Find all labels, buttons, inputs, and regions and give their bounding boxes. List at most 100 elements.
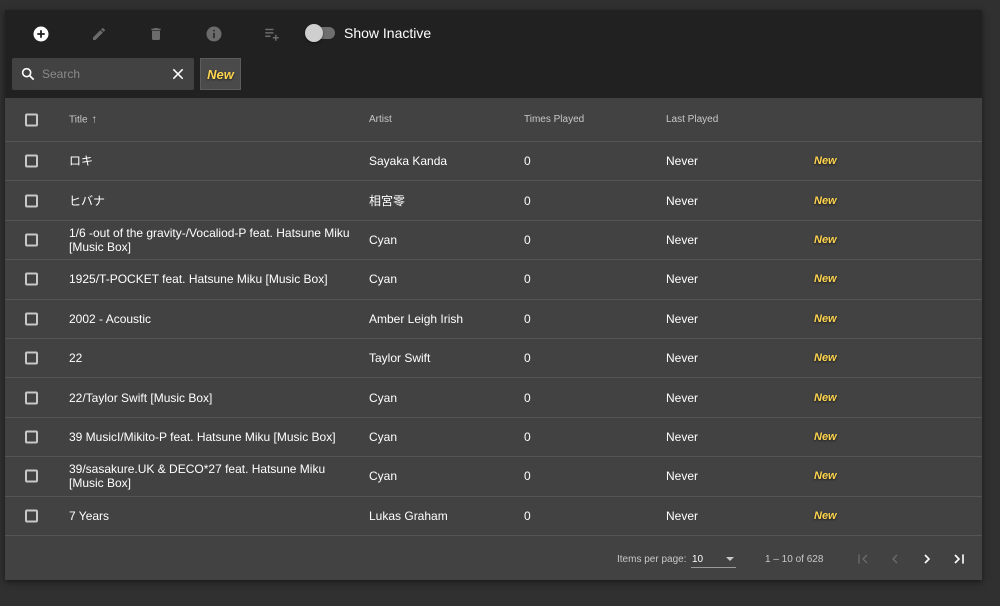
clear-search-icon[interactable]: [171, 67, 185, 81]
song-last-played: Never: [666, 351, 698, 365]
row-checkbox[interactable]: [25, 352, 38, 365]
song-last-played: Never: [666, 233, 698, 247]
song-artist: Cyan: [369, 272, 397, 286]
row-checkbox[interactable]: [25, 194, 38, 207]
table-header-row: Title ↑ Artist Times Played Last Played: [5, 98, 982, 142]
song-artist: 相宮零: [369, 194, 405, 208]
row-checkbox[interactable]: [25, 430, 38, 443]
first-page-icon[interactable]: [853, 549, 873, 569]
table-row[interactable]: ヒバナ 相宮零 0 Never New: [5, 181, 982, 220]
new-badge: New: [814, 509, 837, 523]
song-artist: Cyan: [369, 391, 397, 405]
items-per-page-select[interactable]: 10: [691, 550, 736, 568]
column-header-times-played[interactable]: Times Played: [524, 113, 584, 127]
table-row[interactable]: 2002 - Acoustic Amber Leigh Irish 0 Never Ne…: [5, 300, 982, 339]
row-checkbox[interactable]: [25, 509, 38, 522]
new-badge: New: [814, 430, 837, 444]
song-last-played: Never: [666, 194, 698, 208]
items-per-page-label: Items per page:: [617, 554, 686, 565]
song-last-played: Never: [666, 272, 698, 286]
song-title: 2002 - Acoustic: [69, 312, 354, 326]
song-times-played: 0: [524, 391, 531, 405]
song-last-played: Never: [666, 154, 698, 168]
table-row[interactable]: 1/6 -out of the gravity-/Vocaliod-P feat…: [5, 221, 982, 260]
song-artist: Taylor Swift: [369, 351, 430, 365]
previous-page-icon[interactable]: [885, 549, 905, 569]
info-icon[interactable]: [202, 22, 226, 46]
new-badge: New: [814, 351, 837, 365]
search-input[interactable]: [42, 64, 160, 84]
new-filter-label: New: [207, 67, 234, 82]
toolbar: Show Inactive New: [5, 10, 982, 98]
song-times-played: 0: [524, 233, 531, 247]
song-times-played: 0: [524, 154, 531, 168]
new-badge: New: [814, 154, 837, 168]
toggle-thumb: [305, 24, 323, 42]
song-last-played: Never: [666, 312, 698, 326]
song-times-played: 0: [524, 430, 531, 444]
row-checkbox[interactable]: [25, 470, 38, 483]
sort-ascending-icon: ↑: [92, 113, 98, 125]
song-title: ロキ: [69, 154, 354, 168]
songs-card: Show Inactive New Title ↑ Artist Times Pl…: [5, 10, 982, 580]
row-checkbox[interactable]: [25, 391, 38, 404]
row-checkbox[interactable]: [25, 273, 38, 286]
new-filter-button[interactable]: New: [200, 58, 241, 90]
row-checkbox[interactable]: [25, 233, 38, 246]
song-last-played: Never: [666, 469, 698, 483]
table-row[interactable]: 7 Years Lukas Graham 0 Never New: [5, 497, 982, 536]
song-artist: Sayaka Kanda: [369, 154, 447, 168]
song-last-played: Never: [666, 430, 698, 444]
show-inactive-label: Show Inactive: [344, 25, 431, 41]
song-times-played: 0: [524, 312, 531, 326]
song-title: 22/Taylor Swift [Music Box]: [69, 391, 354, 405]
select-all-checkbox[interactable]: [25, 113, 38, 126]
chevron-down-icon: [726, 557, 734, 561]
next-page-icon[interactable]: [917, 549, 937, 569]
column-header-title[interactable]: Title ↑: [69, 112, 354, 127]
song-artist: Cyan: [369, 233, 397, 247]
song-title: 39 MusicI/Mikito-P feat. Hatsune Miku [M…: [69, 430, 354, 444]
new-badge: New: [814, 272, 837, 286]
song-times-played: 0: [524, 509, 531, 523]
song-last-played: Never: [666, 391, 698, 405]
song-times-played: 0: [524, 272, 531, 286]
songs-table: Title ↑ Artist Times Played Last Played ロ…: [5, 98, 982, 536]
song-title: 39/sasakure.UK & DECO*27 feat. Hatsune M…: [69, 462, 354, 490]
table-row[interactable]: ロキ Sayaka Kanda 0 Never New: [5, 142, 982, 181]
column-header-title-label: Title: [69, 114, 88, 125]
song-last-played: Never: [666, 509, 698, 523]
playlist-add-icon[interactable]: [260, 22, 284, 46]
show-inactive-toggle[interactable]: Show Inactive: [307, 25, 431, 41]
row-checkbox[interactable]: [25, 155, 38, 168]
song-title: 1925/T-POCKET feat. Hatsune Miku [Music …: [69, 272, 354, 286]
song-times-played: 0: [524, 194, 531, 208]
new-badge: New: [814, 233, 837, 247]
song-artist: Cyan: [369, 430, 397, 444]
song-title: 22: [69, 351, 354, 365]
song-title: ヒバナ: [69, 194, 354, 208]
song-title: 7 Years: [69, 509, 354, 523]
table-row[interactable]: 22Taylor Swift0NeverNew: [5, 339, 982, 378]
table-row[interactable]: 39/sasakure.UK & DECO*27 feat. Hatsune M…: [5, 457, 982, 496]
toggle-track: [307, 27, 335, 39]
song-title: 1/6 -out of the gravity-/Vocaliod-P feat…: [69, 226, 354, 254]
column-header-artist[interactable]: Artist: [369, 113, 392, 127]
row-checkbox[interactable]: [25, 312, 38, 325]
edit-icon[interactable]: [87, 22, 111, 46]
new-badge: New: [814, 391, 837, 405]
new-badge: New: [814, 312, 837, 326]
new-badge: New: [814, 469, 837, 483]
last-page-icon[interactable]: [949, 549, 969, 569]
search-icon: [20, 66, 36, 82]
add-circle-icon[interactable]: [29, 22, 53, 46]
column-header-last-played[interactable]: Last Played: [666, 113, 718, 127]
song-artist: Amber Leigh Irish: [369, 312, 463, 326]
search-box: [12, 58, 194, 90]
table-row[interactable]: 1925/T-POCKET feat. Hatsune Miku [Music …: [5, 260, 982, 299]
song-artist: Lukas Graham: [369, 509, 448, 523]
new-badge: New: [814, 194, 837, 208]
table-row[interactable]: 39 MusicI/Mikito-P feat. Hatsune Miku [M…: [5, 418, 982, 457]
table-row[interactable]: 22/Taylor Swift [Music Box] Cyan 0 Never New: [5, 378, 982, 417]
delete-icon[interactable]: [144, 22, 168, 46]
